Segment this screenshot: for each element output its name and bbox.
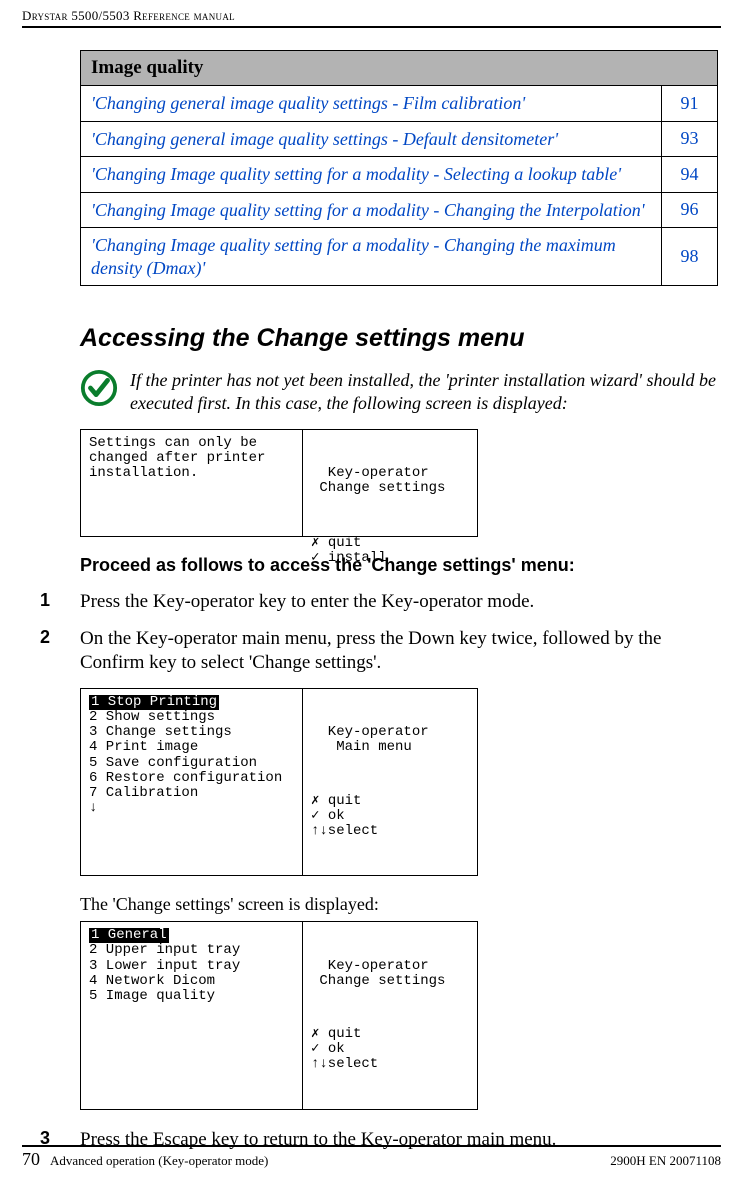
footer-page-number: 70 bbox=[22, 1149, 40, 1170]
table-link[interactable]: 'Changing Image quality setting for a mo… bbox=[81, 228, 662, 286]
table-link[interactable]: 'Changing Image quality setting for a mo… bbox=[81, 157, 662, 193]
table-link[interactable]: 'Changing general image quality settings… bbox=[81, 121, 662, 157]
footer-left-text: Advanced operation (Key-operator mode) bbox=[50, 1153, 610, 1169]
table-row: 'Changing general image quality settings… bbox=[81, 121, 718, 157]
lcd-left-pane: 1 Stop Printing 2 Show settings 3 Change… bbox=[81, 689, 303, 875]
step-number: 2 bbox=[40, 627, 80, 676]
step-2: 2 On the Key-operator main menu, press t… bbox=[40, 627, 718, 676]
table-page[interactable]: 98 bbox=[662, 228, 718, 286]
lcd-screen-install-warning: Settings can only be changed after print… bbox=[80, 429, 478, 537]
lcd-right-pane: Key-operator Main menu ✗ quit ✓ ok ↑↓sel… bbox=[303, 689, 477, 875]
page-footer: 70 Advanced operation (Key-operator mode… bbox=[0, 1145, 743, 1170]
lcd-right-title: Key-operator Main menu bbox=[311, 725, 469, 755]
table-header: Image quality bbox=[81, 51, 718, 86]
step-text: Press the Key-operator key to enter the … bbox=[80, 590, 534, 615]
lcd-screen-change-settings: 1 General 2 Upper input tray 3 Lower inp… bbox=[80, 921, 478, 1109]
note-block: If the printer has not yet been installe… bbox=[80, 369, 718, 415]
lcd-right-pane: Key-operator Change settings ✗ quit ✓ in… bbox=[303, 430, 477, 536]
table-row: 'Changing general image quality settings… bbox=[81, 86, 718, 122]
lcd-right-actions: ✗ quit ✓ ok ↑↓select bbox=[311, 1027, 469, 1072]
lcd-right-pane: Key-operator Change settings ✗ quit ✓ ok… bbox=[303, 922, 477, 1108]
running-header: Drystar 5500/5503 Reference manual bbox=[22, 8, 721, 28]
step-1: 1 Press the Key-operator key to enter th… bbox=[40, 590, 718, 615]
lcd-left-pane: 1 General 2 Upper input tray 3 Lower inp… bbox=[81, 922, 303, 1108]
table-page[interactable]: 94 bbox=[662, 157, 718, 193]
table-link[interactable]: 'Changing general image quality settings… bbox=[81, 86, 662, 122]
running-header-text: Drystar 5500/5503 Reference manual bbox=[22, 8, 235, 23]
lcd-left-rest: 2 Show settings 3 Change settings 4 Prin… bbox=[89, 709, 282, 816]
table-link[interactable]: 'Changing Image quality setting for a mo… bbox=[81, 192, 662, 228]
section-heading: Accessing the Change settings menu bbox=[80, 324, 718, 353]
lcd-highlight: 1 Stop Printing bbox=[89, 695, 219, 710]
note-text: If the printer has not yet been installe… bbox=[130, 369, 718, 415]
footer-right-text: 2900H EN 20071108 bbox=[610, 1153, 721, 1169]
table-page[interactable]: 91 bbox=[662, 86, 718, 122]
lcd-left-rest: 2 Upper input tray 3 Lower input tray 4 … bbox=[89, 942, 240, 1003]
procedure-subheading: Proceed as follows to access the 'Change… bbox=[80, 555, 718, 576]
lcd-highlight: 1 General bbox=[89, 928, 169, 943]
table-row: 'Changing Image quality setting for a mo… bbox=[81, 228, 718, 286]
lcd-screen-main-menu: 1 Stop Printing 2 Show settings 3 Change… bbox=[80, 688, 478, 876]
step-text: On the Key-operator main menu, press the… bbox=[80, 627, 718, 676]
footer-rule bbox=[22, 1145, 721, 1147]
caption: The 'Change settings' screen is displaye… bbox=[80, 894, 718, 915]
step-number: 1 bbox=[40, 590, 80, 615]
image-quality-table: Image quality 'Changing general image qu… bbox=[80, 50, 718, 286]
lcd-right-actions: ✗ quit ✓ ok ↑↓select bbox=[311, 794, 469, 839]
table-row: 'Changing Image quality setting for a mo… bbox=[81, 157, 718, 193]
lcd-left-pane: Settings can only be changed after print… bbox=[81, 430, 303, 536]
table-row: 'Changing Image quality setting for a mo… bbox=[81, 192, 718, 228]
lcd-right-title: Key-operator Change settings bbox=[311, 466, 469, 497]
check-circle-icon bbox=[80, 369, 118, 407]
table-page[interactable]: 93 bbox=[662, 121, 718, 157]
table-page[interactable]: 96 bbox=[662, 192, 718, 228]
lcd-right-title: Key-operator Change settings bbox=[311, 959, 469, 989]
